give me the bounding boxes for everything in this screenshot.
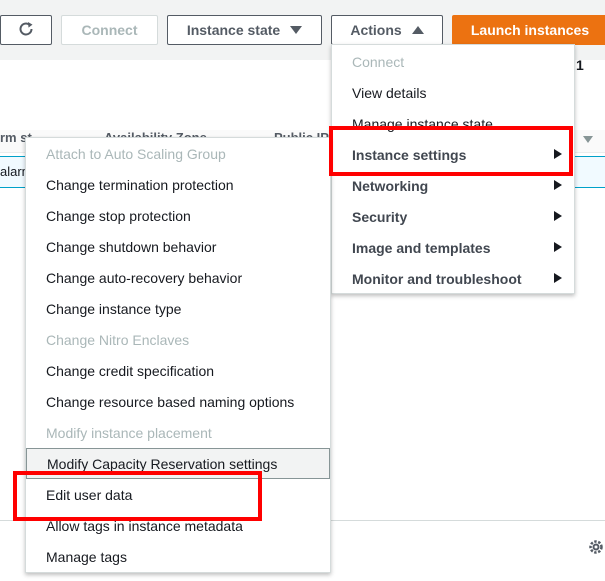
menu-item-monitor-and-troubleshoot[interactable]: Monitor and troubleshoot [332,263,574,294]
menu-item-security[interactable]: Security [332,201,574,232]
menu-item-change-nitro-enclaves: Change Nitro Enclaves [26,324,330,355]
menu-item-modify-instance-placement: Modify instance placement [26,417,330,448]
menu-item-label: Modify Capacity Reservation settings [47,455,278,472]
menu-item-image-and-templates[interactable]: Image and templates [332,232,574,263]
menu-item-view-details[interactable]: View details [332,77,574,108]
chevron-right-icon [554,273,562,283]
refresh-icon [17,20,35,41]
menu-item-attach-to-auto-scaling-group: Attach to Auto Scaling Group [26,138,330,169]
menu-item-label: Manage tags [46,548,127,565]
menu-item-label: Modify instance placement [46,424,212,441]
launch-instances-button[interactable]: Launch instances [452,15,605,45]
gear-icon[interactable] [587,538,605,561]
menu-item-connect: Connect [332,46,574,77]
actions-dropdown[interactable]: Actions [331,15,443,45]
highlight-instance-settings [329,126,573,176]
refresh-button[interactable] [0,15,52,45]
menu-item-change-instance-type[interactable]: Change instance type [26,293,330,324]
menu-item-manage-tags[interactable]: Manage tags [26,541,330,572]
menu-item-change-stop-protection[interactable]: Change stop protection [26,200,330,231]
filter-icon[interactable] [583,136,593,143]
chevron-down-icon [290,26,303,34]
menu-item-label: Change resource based naming options [46,393,295,410]
menu-item-change-shutdown-behavior[interactable]: Change shutdown behavior [26,231,330,262]
menu-item-label: Change Nitro Enclaves [46,331,190,348]
menu-item-label: Change termination protection [46,176,234,193]
menu-item-label: Connect [352,53,405,70]
menu-item-change-auto-recovery-behavior[interactable]: Change auto-recovery behavior [26,262,330,293]
highlight-edit-user-data [13,471,262,521]
menu-item-change-resource-based-naming-options[interactable]: Change resource based naming options [26,386,330,417]
menu-item-label: Image and templates [352,239,491,256]
instance-state-dropdown[interactable]: Instance state [167,15,322,45]
menu-item-change-credit-specification[interactable]: Change credit specification [26,355,330,386]
menu-item-label: Security [352,208,408,225]
menu-item-change-termination-protection[interactable]: Change termination protection [26,169,330,200]
menu-item-label: Attach to Auto Scaling Group [46,145,226,162]
menu-item-label: Monitor and troubleshoot [352,270,522,287]
connect-button[interactable]: Connect [61,15,158,45]
menu-item-label: Change stop protection [46,207,191,224]
menu-item-label: Change instance type [46,300,182,317]
menu-item-label: Networking [352,177,429,194]
menu-item-label: Change auto-recovery behavior [46,269,243,286]
menu-item-label: Change credit specification [46,362,215,379]
page-number[interactable]: 1 [576,57,584,73]
chevron-right-icon [554,211,562,221]
menu-item-label: View details [352,84,427,101]
menu-item-label: Change shutdown behavior [46,238,217,255]
chevron-right-icon [554,180,562,190]
chevron-up-icon [411,26,424,34]
chevron-right-icon [554,242,562,252]
